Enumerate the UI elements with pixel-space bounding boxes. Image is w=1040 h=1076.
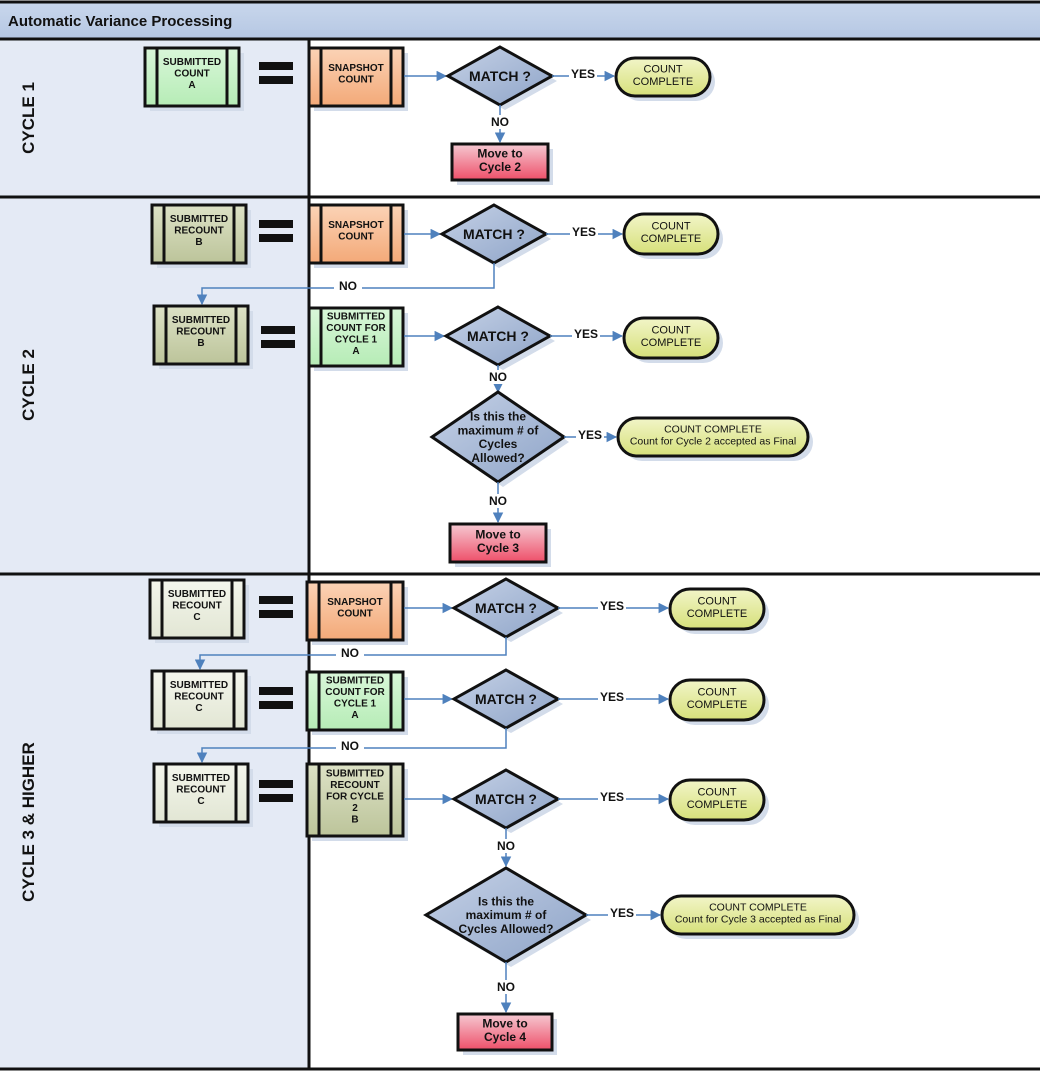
no-label: NO [497, 980, 515, 994]
max-cycles-decision: Is this the maximum # of Cycles Allowed? [429, 390, 569, 487]
count-complete-terminal: COUNT COMPLETE [668, 587, 769, 634]
submitted-count-a-box: SUBMITTED COUNT A [143, 46, 244, 111]
no-label: NO [497, 839, 515, 853]
max-cycles-decision: Is this the maximum # of Cycles Allowed? [423, 866, 591, 967]
count-complete-terminal: COUNT COMPLETE [668, 678, 769, 725]
no-label: NO [341, 646, 359, 660]
submitted-recount-c-box: SUBMITTED RECOUNT C [148, 578, 249, 643]
yes-label: YES [600, 599, 624, 613]
count-complete-terminal: COUNT COMPLETE [622, 316, 723, 363]
move-to-cycle-4-box: Move to Cycle 4 [456, 1012, 557, 1055]
yes-label: YES [572, 225, 596, 239]
lane-label-cycle-1: CYCLE 1 [19, 82, 38, 154]
snapshot-count-box: SNAPSHOT COUNT [307, 203, 408, 268]
no-label: NO [341, 739, 359, 753]
submitted-recount-b-box: SUBMITTED RECOUNT B [152, 304, 253, 369]
move-to-cycle-4-box-label: Move to Cycle 4 [482, 1016, 527, 1044]
no-label: NO [491, 115, 509, 129]
yes-label: YES [574, 327, 598, 341]
count-complete-terminal: COUNT COMPLETE [668, 778, 769, 825]
variance-flowchart: Automatic Variance Processing CYCLE 1 CY… [0, 0, 1040, 1071]
no-label: NO [489, 370, 507, 384]
yes-label: YES [578, 428, 602, 442]
lane-label-cycle-2: CYCLE 2 [19, 349, 38, 421]
snapshot-count-box: SNAPSHOT COUNT [307, 46, 408, 111]
match-decision-label: MATCH ? [467, 328, 529, 344]
count-complete-final-terminal: COUNT COMPLETE Count for Cycle 2 accepted… [616, 416, 813, 461]
no-label: NO [339, 279, 357, 293]
match-decision: MATCH ? [442, 305, 555, 370]
match-decision: MATCH ? [450, 668, 563, 733]
yes-label: YES [600, 690, 624, 704]
match-decision: MATCH ? [450, 577, 563, 642]
yes-label: YES [600, 790, 624, 804]
yes-label: YES [571, 67, 595, 81]
match-decision-label: MATCH ? [475, 691, 537, 707]
move-to-cycle-2-box: Move to Cycle 2 [450, 142, 553, 185]
submitted-recount-b-box: SUBMITTED RECOUNT B [150, 203, 251, 268]
count-complete-terminal: COUNT COMPLETE [614, 56, 715, 101]
yes-label: YES [610, 906, 634, 920]
match-decision-label: MATCH ? [475, 791, 537, 807]
lane-left-background [0, 40, 310, 1070]
count-complete-terminal: COUNT COMPLETE [622, 212, 723, 259]
count-complete-final-terminal: COUNT COMPLETE Count for Cycle 3 accepted… [660, 894, 859, 939]
match-decision-label: MATCH ? [475, 600, 537, 616]
snapshot-count-box: SNAPSHOT COUNT [305, 580, 408, 645]
submitted-count-cycle-1-box: SUBMITTED COUNT FOR CYCLE 1A [307, 306, 408, 371]
match-decision: MATCH ? [450, 768, 563, 833]
lane-label-cycle-3-higher: CYCLE 3 & HIGHER [19, 742, 38, 902]
match-decision: MATCH ? [438, 203, 551, 268]
move-to-cycle-2-box-label: Move to Cycle 2 [477, 146, 522, 174]
submitted-recount-c-box: SUBMITTED RECOUNT C [152, 762, 253, 827]
submitted-count-cycle-1-box: SUBMITTED COUNT FOR CYCLE 1A [305, 670, 408, 735]
match-decision: MATCH ? [444, 45, 557, 110]
match-decision-label: MATCH ? [469, 68, 531, 84]
no-label: NO [489, 494, 507, 508]
match-decision-label: MATCH ? [463, 226, 525, 242]
move-to-cycle-3-box: Move to Cycle 3 [448, 522, 551, 567]
move-to-cycle-3-box-label: Move to Cycle 3 [475, 527, 520, 555]
submitted-recount-c-box: SUBMITTED RECOUNT C [150, 669, 251, 734]
diagram-title: Automatic Variance Processing [8, 13, 232, 30]
submitted-recount-cycle-2-box: SUBMITTED RECOUNT FOR CYCLE 2 B [305, 762, 408, 841]
